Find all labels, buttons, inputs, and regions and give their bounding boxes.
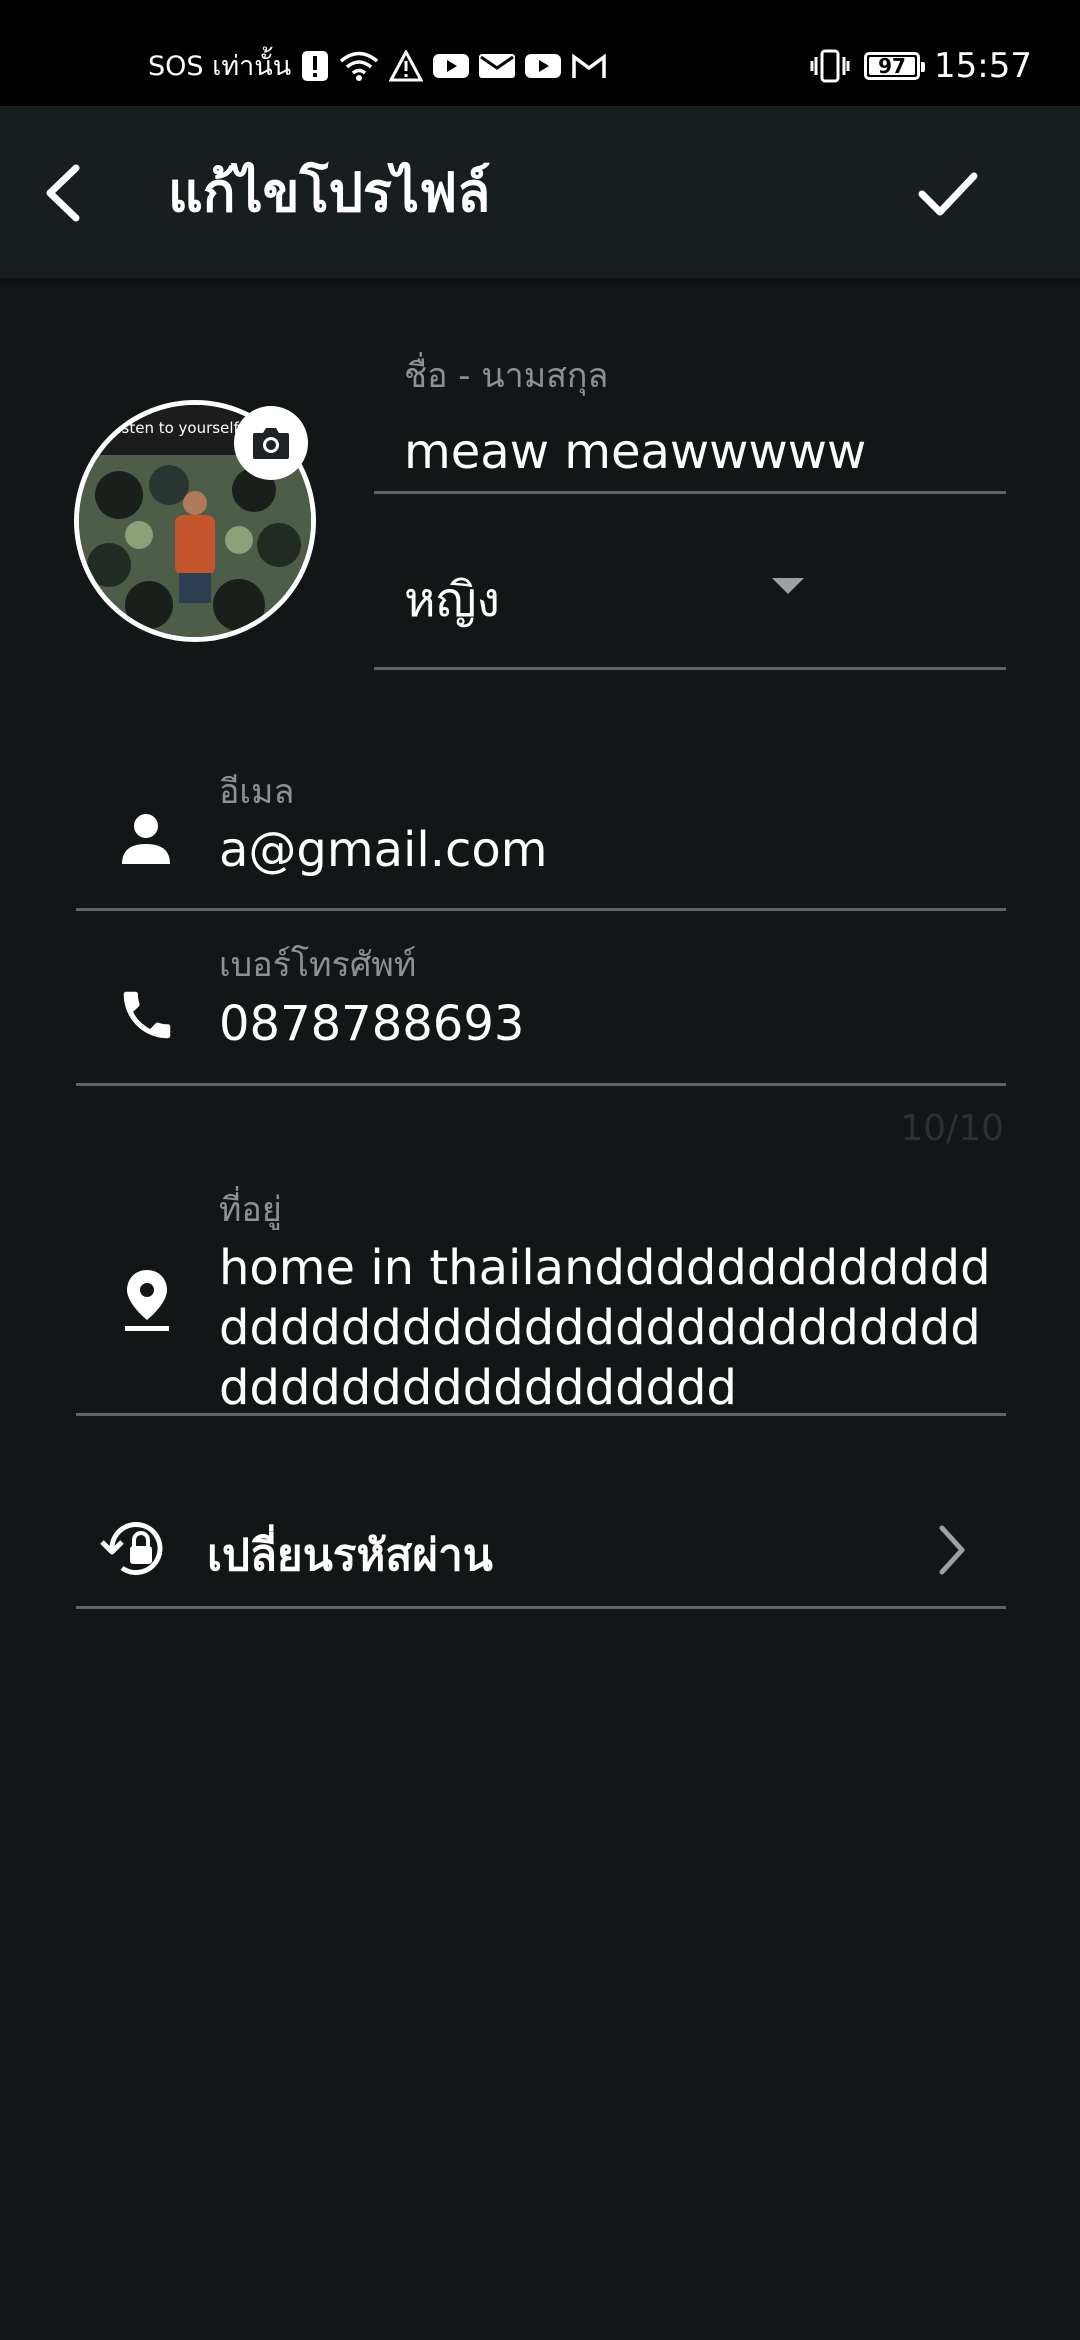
change-password-label: เปลี่ยนรหัสผ่าน — [207, 1530, 493, 1581]
phone-label: เบอร์โทรศัพท์ — [219, 945, 417, 985]
vibrate-icon — [810, 49, 850, 83]
name-input[interactable]: meaw meawwwww — [404, 424, 866, 480]
gender-dropdown[interactable]: หญิง — [374, 540, 1006, 670]
camera-icon — [253, 428, 289, 459]
youtube-icon — [433, 53, 470, 78]
page-title: แก้ไขโปรไฟล์ — [168, 161, 491, 224]
change-password-row[interactable]: เปลี่ยนรหัสผ่าน — [76, 1480, 1006, 1610]
gender-divider — [374, 667, 1006, 670]
name-label: ชื่อ - นามสกุล — [404, 356, 609, 396]
phone-input[interactable]: 0878788693 — [219, 996, 524, 1052]
back-button[interactable] — [36, 158, 96, 228]
email-label: อีเมล — [219, 772, 295, 812]
back-arrow-icon — [46, 164, 80, 222]
mail-icon — [479, 53, 516, 78]
chevron-right-icon — [939, 1525, 965, 1575]
gmail-icon — [572, 53, 606, 78]
wifi-icon — [340, 51, 379, 81]
clock: 15:57 — [934, 46, 1032, 86]
status-left: SOS เท่านั้น — [148, 44, 607, 87]
phone-char-counter: 10/10 — [900, 1108, 1004, 1149]
address-divider — [76, 1413, 1006, 1416]
person-icon — [122, 814, 170, 864]
location-pin-icon — [125, 1270, 169, 1331]
warning-icon — [389, 49, 424, 81]
password-divider — [76, 1606, 1006, 1609]
address-input[interactable]: home in thailanddddddddddddddddddddddddd… — [219, 1238, 1009, 1418]
address-label: ที่อยู่ — [219, 1190, 282, 1230]
name-divider — [374, 491, 1006, 494]
battery-level: 97 — [878, 54, 906, 78]
carrier-text: SOS เท่านั้น — [148, 51, 292, 82]
change-photo-button[interactable] — [234, 406, 308, 480]
avatar-caption: Listen to yourself f — [109, 419, 249, 437]
alert-notification-icon — [302, 50, 329, 81]
check-icon — [918, 172, 978, 216]
phone-divider — [76, 1083, 1006, 1086]
dropdown-arrow-icon — [772, 578, 804, 594]
battery-icon: 97 — [864, 52, 926, 80]
status-bar: SOS เท่านั้น 97 15:57 — [0, 0, 1080, 106]
status-right: 97 15:57 — [810, 46, 1032, 86]
phone-icon — [123, 991, 171, 1039]
save-button[interactable] — [912, 158, 984, 228]
email-divider — [76, 908, 1006, 911]
gender-value: หญิง — [404, 572, 500, 628]
youtube-icon-2 — [525, 53, 562, 78]
app-bar: แก้ไขโปรไฟล์ — [0, 106, 1080, 278]
lock-reset-icon — [100, 1522, 163, 1575]
email-input[interactable]: a@gmail.com — [219, 822, 548, 878]
